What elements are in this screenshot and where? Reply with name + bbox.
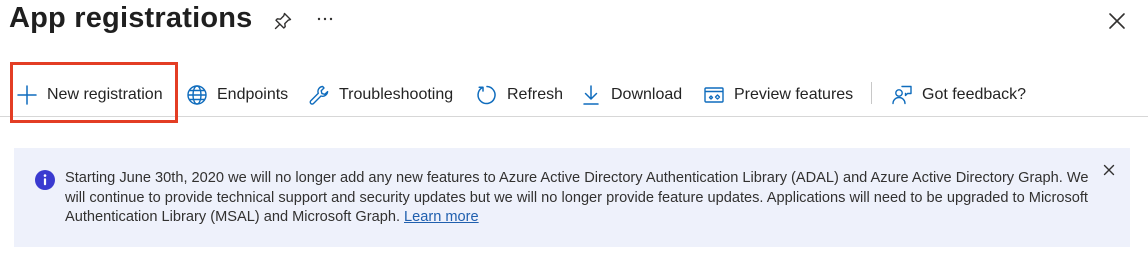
- close-icon[interactable]: [1108, 12, 1126, 30]
- got-feedback-button[interactable]: Got feedback?: [891, 81, 1026, 109]
- preview-icon: [703, 84, 725, 106]
- pin-icon[interactable]: [273, 11, 293, 31]
- wrench-icon: [308, 84, 330, 106]
- download-button[interactable]: Download: [580, 81, 682, 109]
- endpoints-label: Endpoints: [217, 86, 289, 103]
- deprecation-info-banner: Starting June 30th, 2020 we will no long…: [14, 148, 1130, 247]
- feedback-icon: [891, 84, 913, 106]
- preview-features-label: Preview features: [734, 86, 854, 103]
- toolbar-divider: [871, 82, 872, 104]
- page-title: App registrations: [9, 2, 253, 34]
- highlight-annotation: [10, 62, 178, 123]
- title-bar: App registrations: [0, 0, 1148, 46]
- banner-message-text: Starting June 30th, 2020 we will no long…: [65, 170, 1089, 225]
- preview-features-button[interactable]: Preview features: [703, 81, 853, 109]
- refresh-label: Refresh: [507, 86, 564, 103]
- more-icon[interactable]: [315, 9, 335, 29]
- refresh-icon: [476, 84, 498, 106]
- learn-more-link[interactable]: Learn more: [404, 209, 479, 225]
- close-icon[interactable]: [1102, 163, 1116, 177]
- download-label: Download: [611, 86, 683, 103]
- info-icon: [35, 170, 55, 190]
- troubleshooting-label: Troubleshooting: [339, 86, 454, 103]
- endpoints-button[interactable]: Endpoints: [186, 81, 288, 109]
- refresh-button[interactable]: Refresh: [476, 81, 563, 109]
- got-feedback-label: Got feedback?: [922, 86, 1027, 103]
- banner-message: Starting June 30th, 2020 we will no long…: [65, 169, 1105, 228]
- globe-icon: [186, 84, 208, 106]
- download-icon: [580, 84, 602, 106]
- troubleshooting-button[interactable]: Troubleshooting: [308, 81, 453, 109]
